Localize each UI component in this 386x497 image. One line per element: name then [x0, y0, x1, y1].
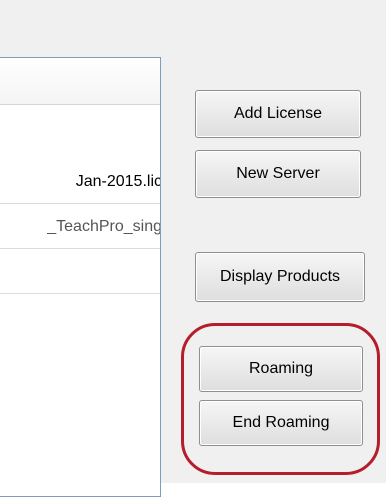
add-license-button[interactable]: Add License: [195, 90, 361, 138]
license-row[interactable]: [0, 250, 160, 294]
display-products-button[interactable]: Display Products: [195, 252, 365, 302]
new-server-button[interactable]: New Server: [195, 150, 361, 198]
license-row[interactable]: _TeachPro_sing: [0, 205, 160, 249]
license-manager-panel: Jan-2015.lic _TeachPro_sing Add License …: [0, 0, 386, 497]
list-header: [0, 58, 160, 105]
license-row-text: _TeachPro_sing: [47, 218, 160, 235]
license-row-text: Jan-2015.lic: [75, 173, 160, 190]
roaming-button[interactable]: Roaming: [199, 346, 363, 392]
license-list[interactable]: Jan-2015.lic _TeachPro_sing: [0, 57, 161, 497]
license-row[interactable]: Jan-2015.lic: [0, 160, 160, 204]
end-roaming-button[interactable]: End Roaming: [199, 400, 363, 446]
